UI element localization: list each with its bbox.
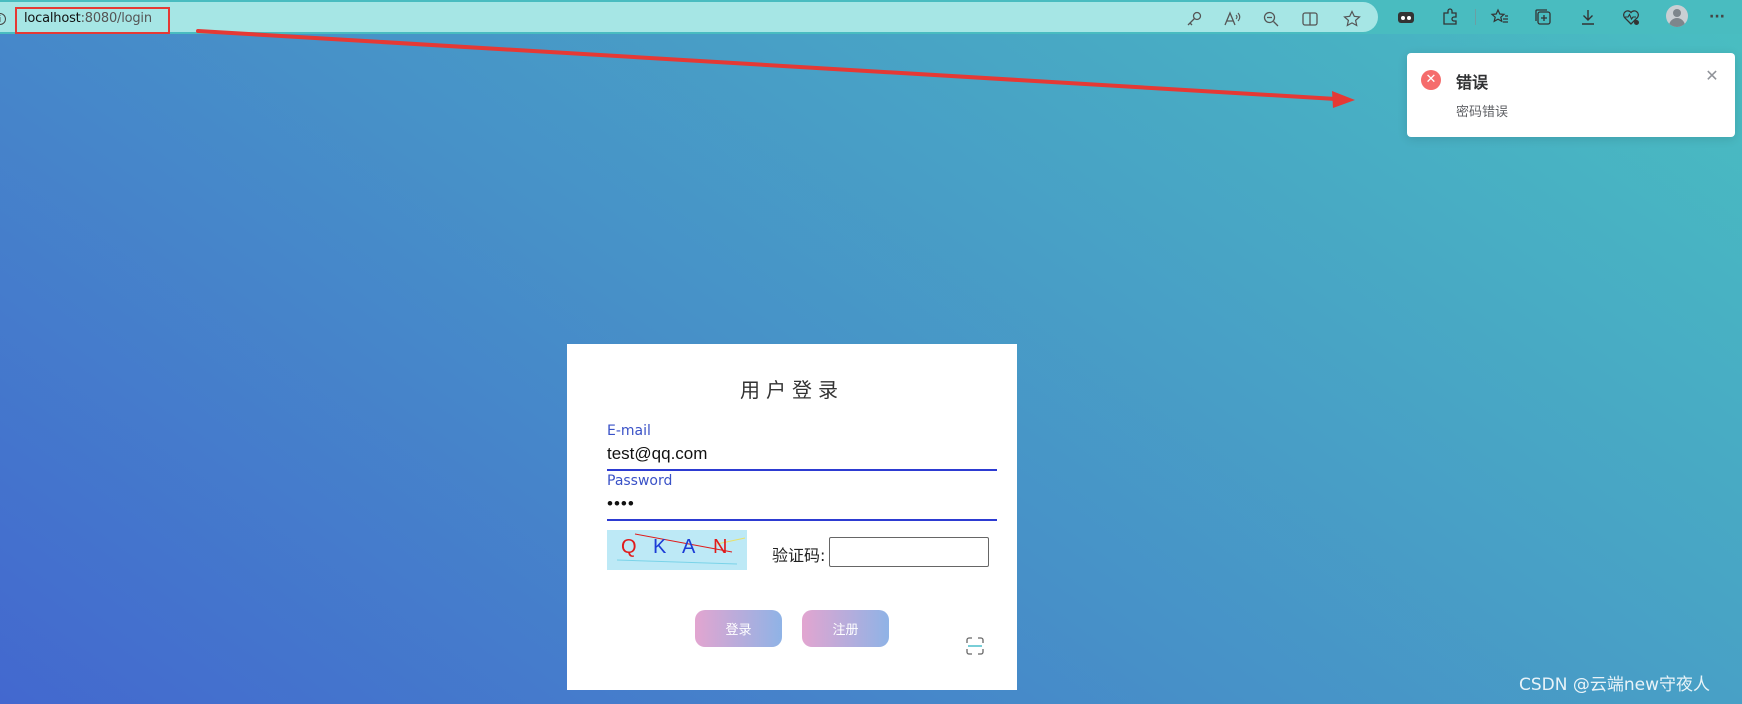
- page-title: 用户登录: [740, 378, 844, 402]
- error-notification: ✕ 错误 密码错误 ✕: [1407, 53, 1735, 137]
- captcha-image[interactable]: Q K A N: [607, 530, 747, 570]
- notification-message: 密码错误: [1456, 105, 1509, 120]
- error-icon: ✕: [1421, 70, 1441, 90]
- captcha-char: Q: [621, 536, 637, 558]
- password-field-group: Password: [607, 473, 997, 521]
- captcha-char: K: [653, 536, 667, 558]
- watermark: CSDN @云端new守夜人: [1519, 675, 1711, 695]
- email-input[interactable]: [607, 439, 997, 471]
- password-label: Password: [607, 473, 673, 489]
- email-field-group: E-mail: [607, 423, 997, 471]
- password-input[interactable]: [607, 489, 997, 521]
- scan-icon[interactable]: [965, 636, 985, 656]
- captcha-input[interactable]: [829, 537, 989, 567]
- register-button[interactable]: 注册: [802, 610, 889, 647]
- close-icon[interactable]: ✕: [1703, 67, 1721, 85]
- login-button[interactable]: 登录: [695, 610, 782, 647]
- captcha-char: N: [713, 536, 728, 558]
- login-card: 用户登录 E-mail Password Q K A N 验证码: 登录 注册: [567, 344, 1017, 690]
- email-label: E-mail: [607, 423, 651, 439]
- captcha-label: 验证码:: [772, 546, 826, 565]
- captcha-char: A: [682, 536, 696, 558]
- notification-title: 错误: [1456, 73, 1489, 92]
